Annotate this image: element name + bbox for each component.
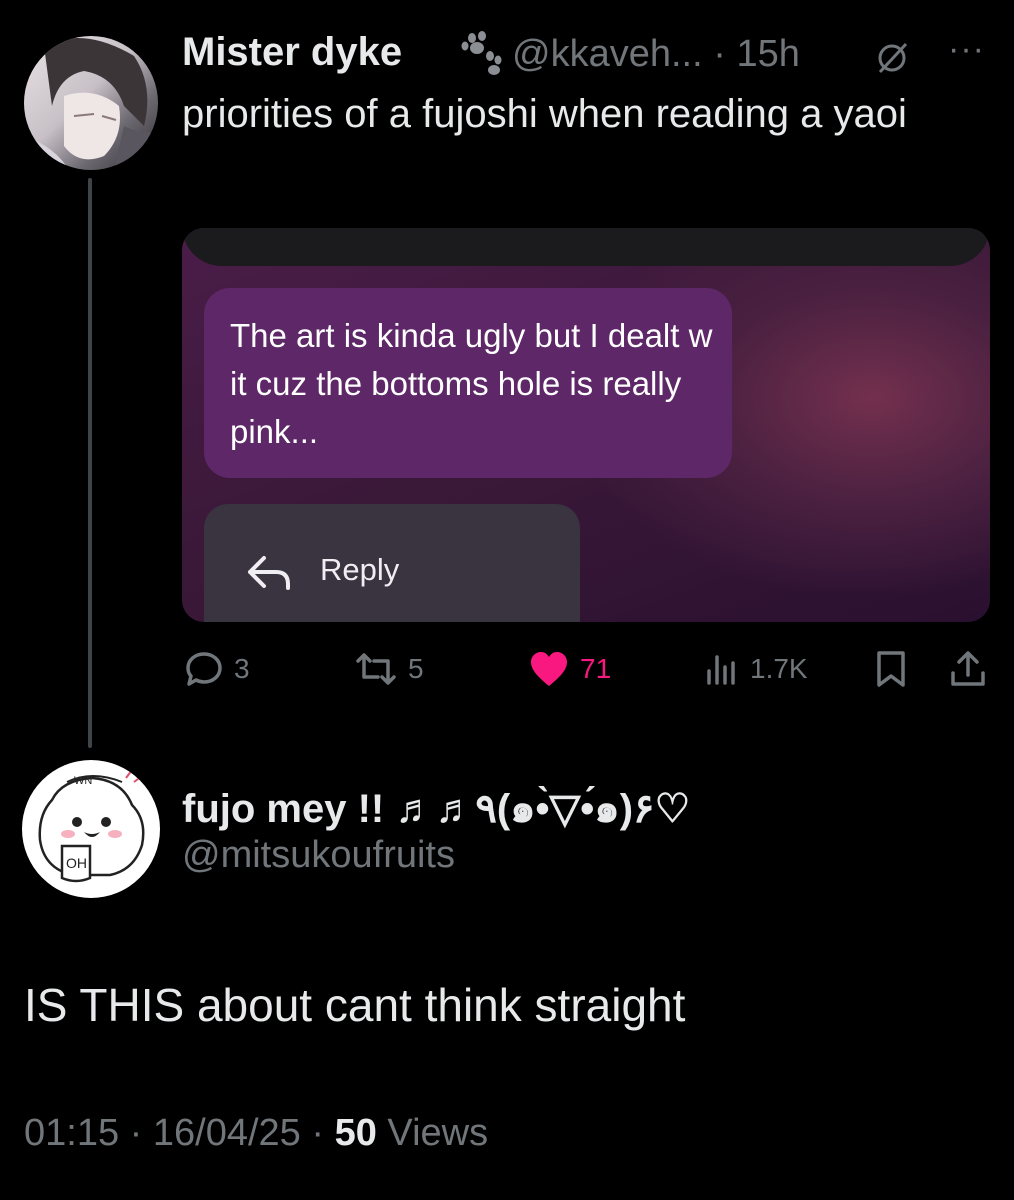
bookmark-action[interactable] bbox=[874, 644, 908, 694]
tweet-text: priorities of a fujoshi when reading a y… bbox=[182, 92, 907, 136]
avatar-fujo-mey[interactable]: WN OH bbox=[22, 760, 160, 898]
views-number: 50 bbox=[334, 1112, 377, 1154]
image-top-bar bbox=[182, 228, 990, 266]
reply-label: Reply bbox=[320, 552, 400, 587]
like-action[interactable]: 71 bbox=[528, 644, 611, 694]
views-label: Views bbox=[387, 1112, 489, 1154]
dot-separator: · bbox=[713, 33, 726, 75]
timestamp[interactable]: 15h bbox=[736, 33, 799, 75]
repost-count: 5 bbox=[408, 653, 424, 684]
svg-text:OH: OH bbox=[66, 855, 87, 871]
heart-filled-icon bbox=[531, 652, 567, 686]
reply-arrow-icon bbox=[248, 556, 290, 590]
tweet-text: IS THIS about cant think straight bbox=[24, 979, 686, 1031]
reply-pill: Reply bbox=[204, 504, 580, 622]
tweet-time[interactable]: 01:15 bbox=[24, 1112, 119, 1154]
bookmark-icon bbox=[877, 651, 905, 687]
comment-icon bbox=[186, 652, 222, 686]
tweet-metadata: 01:15 · 16/04/25 · 50 Views bbox=[24, 1112, 488, 1155]
dot-separator: · bbox=[311, 1112, 325, 1154]
reply-action[interactable]: 3 bbox=[184, 644, 250, 694]
share-icon bbox=[951, 651, 985, 686]
share-action[interactable] bbox=[948, 644, 988, 694]
more-options-icon[interactable]: ··· bbox=[948, 30, 985, 69]
svg-text:WN: WN bbox=[74, 775, 92, 787]
like-count: 71 bbox=[580, 653, 612, 684]
thread-connector-line bbox=[88, 178, 92, 748]
display-name[interactable]: Mister dyke bbox=[182, 30, 402, 75]
views-action[interactable]: 1.7K bbox=[704, 644, 808, 694]
views-count: 1.7K bbox=[750, 653, 808, 684]
message-text: The art is kinda ugly but I dealt w it c… bbox=[230, 317, 713, 450]
display-name[interactable]: fujo mey !! ♬♬٩(๑•̀▽•́๑)۶♡ bbox=[182, 776, 690, 840]
avatar-mister-dyke[interactable] bbox=[24, 36, 158, 170]
repost-action[interactable]: 5 bbox=[354, 644, 424, 694]
muted-conversation-icon bbox=[878, 42, 908, 74]
dot-separator: · bbox=[129, 1112, 143, 1154]
reply-count: 3 bbox=[234, 653, 250, 684]
tweet-date[interactable]: 16/04/25 bbox=[153, 1112, 301, 1154]
handle[interactable]: @mitsukoufruits bbox=[182, 834, 455, 877]
repost-icon bbox=[356, 653, 396, 685]
handle[interactable]: @kkaveh... bbox=[512, 33, 703, 75]
message-bubble: The art is kinda ugly but I dealt w it c… bbox=[204, 288, 732, 478]
handle-and-time[interactable]: @kkaveh... · 15h bbox=[512, 33, 800, 76]
paw-icon bbox=[461, 31, 502, 75]
attached-image[interactable]: The art is kinda ugly but I dealt w it c… bbox=[182, 228, 990, 622]
analytics-icon bbox=[707, 655, 735, 685]
